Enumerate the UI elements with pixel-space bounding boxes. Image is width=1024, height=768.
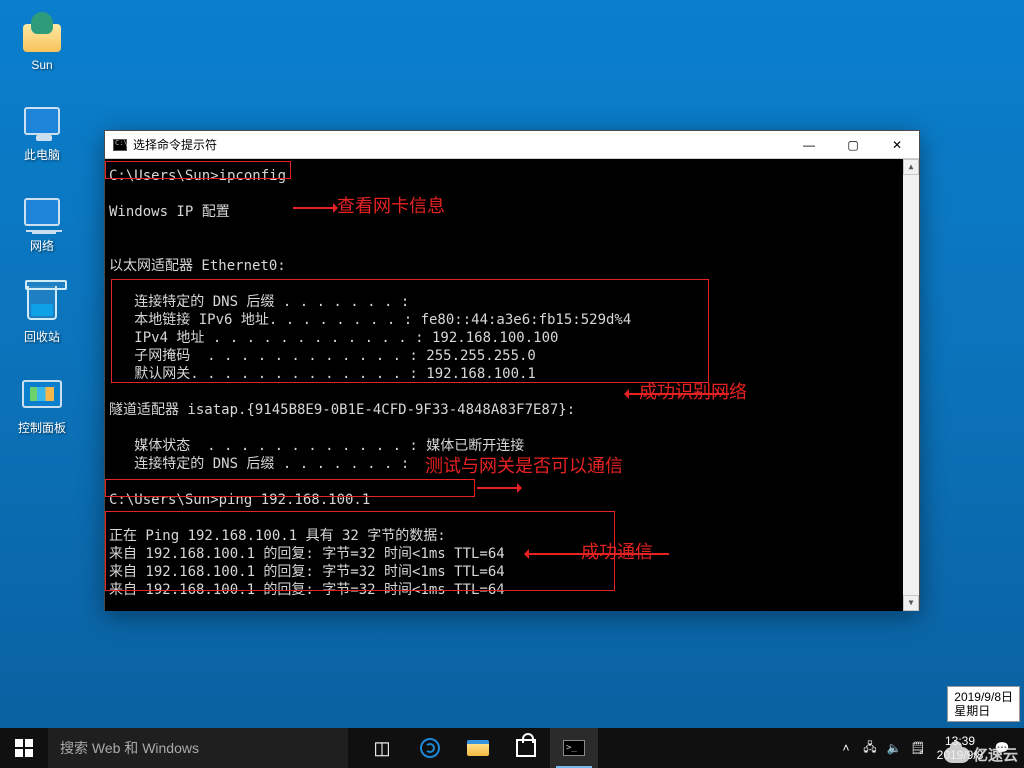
cmd-icon [113,139,127,151]
store-button[interactable] [502,728,550,768]
desktop-icon-this-pc[interactable]: 此电脑 [4,100,80,163]
taskbar: 搜索 Web 和 Windows ◫ >_ ˄ 🖧 🔈 🗒 13:39 2019… [0,728,1024,768]
start-button[interactable] [0,728,48,768]
scrollbar[interactable]: ▲ ▼ [903,159,919,611]
windows-logo-icon [15,739,33,757]
scroll-down-button[interactable]: ▼ [903,595,919,611]
desktop-icon-recycle-bin[interactable]: 回收站 [4,282,80,345]
date-badge-date: 2019/9/8日 [954,690,1013,704]
cmd-taskbar-icon: >_ [563,740,585,756]
file-explorer-button[interactable] [454,728,502,768]
icon-label: 控制面板 [18,419,66,436]
search-box[interactable]: 搜索 Web 和 Windows [48,728,348,768]
date-badge: 2019/9/8日 星期日 [947,686,1020,722]
cmd-taskbar-button[interactable]: >_ [550,728,598,768]
taskbar-apps: ◫ >_ [358,728,598,768]
titlebar[interactable]: 选择命令提示符 — ▢ ✕ [105,131,919,159]
tray-network-icon[interactable]: 🖧 [858,728,882,768]
icon-label: 回收站 [24,328,60,345]
cmd-body[interactable]: C:\Users\Sun>ipconfig Windows IP 配置 以太网适… [105,159,919,611]
scroll-up-button[interactable]: ▲ [903,159,919,175]
window-title: 选择命令提示符 [133,136,217,153]
cmd-output: C:\Users\Sun>ipconfig Windows IP 配置 以太网适… [105,167,909,599]
search-placeholder: 搜索 Web 和 Windows [60,738,199,758]
control-panel-icon [21,373,63,415]
desktop-icons: Sun 此电脑 网络 回收站 控制面板 [4,12,84,464]
cmd-window: 选择命令提示符 — ▢ ✕ C:\Users\Sun>ipconfig Wind… [104,130,920,610]
watermark-text: 亿速云 [973,744,1018,765]
edge-icon [420,738,440,758]
user-folder-icon [21,12,63,54]
icon-label: Sun [31,58,52,72]
watermark: 亿速云 [944,744,1018,765]
network-icon [21,191,63,233]
this-pc-icon [21,100,63,142]
minimize-button[interactable]: — [787,131,831,159]
recycle-bin-icon [21,282,63,324]
folder-icon [467,740,489,756]
date-badge-weekday: 星期日 [954,704,1013,718]
cloud-icon [944,747,970,763]
desktop: Sun 此电脑 网络 回收站 控制面板 选择命令提示符 — ▢ ✕ [0,0,1024,768]
task-view-button[interactable]: ◫ [358,728,406,768]
maximize-button[interactable]: ▢ [831,131,875,159]
tray-chevron-up-icon[interactable]: ˄ [834,728,858,768]
close-button[interactable]: ✕ [875,131,919,159]
task-view-icon: ◫ [373,738,390,759]
desktop-icon-network[interactable]: 网络 [4,191,80,254]
tray-notes-icon[interactable]: 🗒 [906,728,930,768]
scroll-track[interactable] [903,175,919,595]
store-icon [516,739,536,757]
desktop-icon-sun[interactable]: Sun [4,12,80,72]
edge-button[interactable] [406,728,454,768]
desktop-icon-control-panel[interactable]: 控制面板 [4,373,80,436]
icon-label: 此电脑 [24,146,60,163]
tray-volume-icon[interactable]: 🔈 [882,728,906,768]
